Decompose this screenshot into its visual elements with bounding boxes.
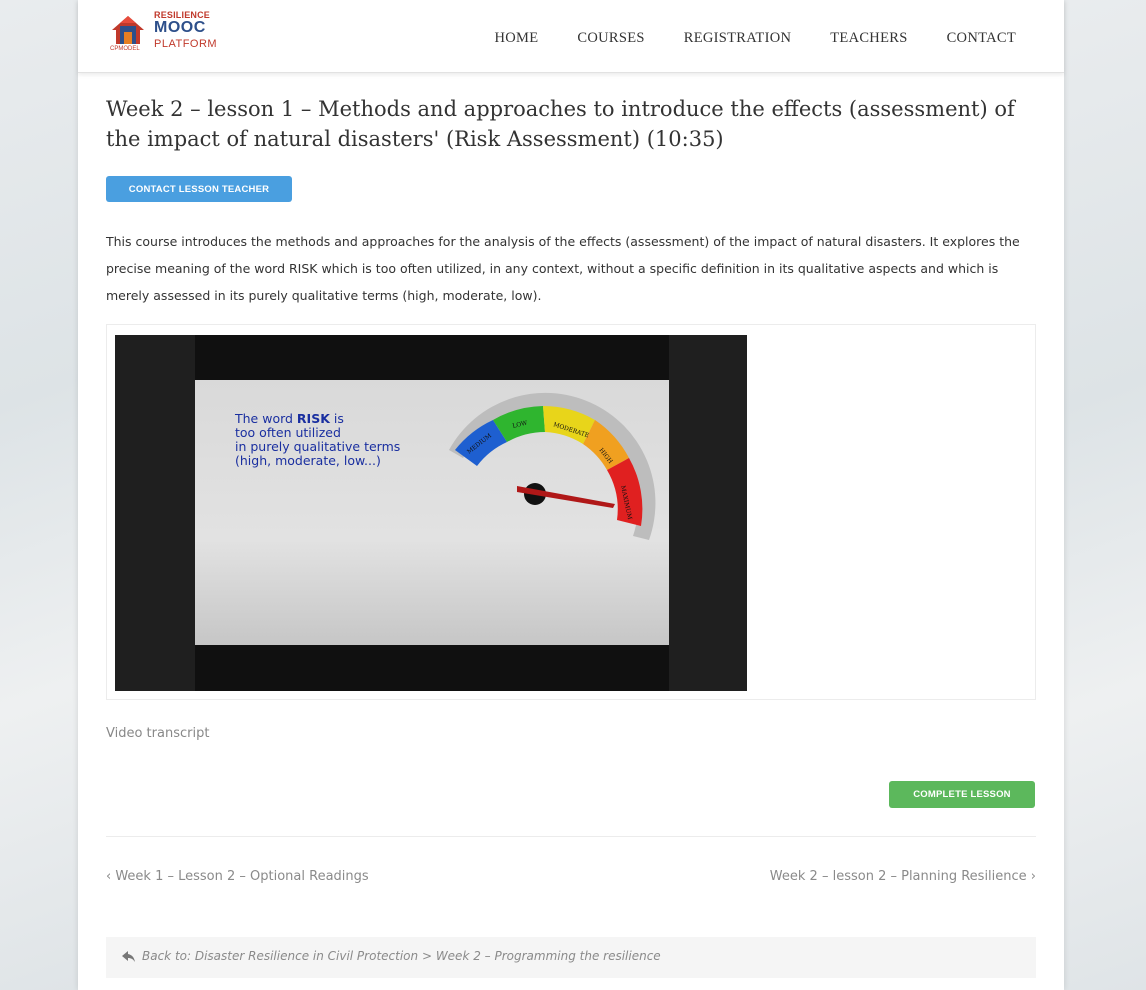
video-player[interactable]: The word RISK is too often utilized in p… <box>115 335 747 691</box>
slide-text: The word RISK is too often utilized in p… <box>235 412 435 468</box>
slide-line4: (high, moderate, low...) <box>235 453 381 468</box>
lesson-title: Week 2 – lesson 1 – Methods and approach… <box>106 97 1015 151</box>
contact-teacher-button[interactable]: CONTACT LESSON TEACHER <box>106 176 292 202</box>
video-transcript-link[interactable]: Video transcript <box>106 726 209 741</box>
main-nav: HOME COURSES REGISTRATION TEACHERS CONTA… <box>494 30 1016 47</box>
back-section-link[interactable]: Week 2 – Programming the resilience <box>436 949 661 963</box>
prev-lesson-link[interactable]: ‹ Week 1 – Lesson 2 – Optional Readings <box>106 869 369 884</box>
slide-line3: in purely qualitative terms <box>235 439 401 454</box>
logo-cp-text: CPMODEL <box>110 46 140 52</box>
nav-contact[interactable]: CONTACT <box>947 30 1016 47</box>
page-container: CPMODEL RESILIENCE MOOC PLATFORM HOME CO… <box>78 0 1064 990</box>
background-left <box>0 0 78 990</box>
slide-line1-post: is <box>329 411 344 426</box>
video-letterbox-bottom <box>195 645 669 691</box>
video-container: The word RISK is too often utilized in p… <box>106 324 1036 700</box>
back-course-link[interactable]: Disaster Resilience in Civil Protection <box>195 949 418 963</box>
back-prefix: Back to: <box>142 949 195 963</box>
slide-line1-bold: RISK <box>296 411 330 426</box>
divider <box>106 836 1036 837</box>
logo-sub-text: PLATFORM <box>154 38 218 50</box>
slide-line1-pre: The word <box>235 411 297 426</box>
slide-line2: too often utilized <box>235 425 341 440</box>
nav-courses[interactable]: COURSES <box>577 30 644 47</box>
nav-home[interactable]: HOME <box>494 30 538 47</box>
site-logo[interactable]: CPMODEL RESILIENCE MOOC PLATFORM <box>108 8 268 56</box>
background-right <box>1064 0 1146 990</box>
site-header: CPMODEL RESILIENCE MOOC PLATFORM HOME CO… <box>78 0 1064 73</box>
video-letterbox-top <box>195 335 669 380</box>
nav-teachers[interactable]: TEACHERS <box>830 30 907 47</box>
risk-gauge: MEDIUM LOW MODERATE HIGH MAXIMUM <box>449 392 656 540</box>
back-breadcrumb: Back to: Disaster Resilience in Civil Pr… <box>142 949 661 963</box>
reply-arrow-icon <box>122 951 135 962</box>
lesson-description: This course introduces the methods and a… <box>106 234 1020 303</box>
logo-main-text: MOOC <box>154 19 206 36</box>
back-to-course-box: Back to: Disaster Resilience in Civil Pr… <box>106 937 1036 978</box>
video-slide: The word RISK is too often utilized in p… <box>195 380 669 646</box>
next-lesson-link[interactable]: Week 2 – lesson 2 – Planning Resilience … <box>770 869 1036 884</box>
nav-registration[interactable]: REGISTRATION <box>684 30 792 47</box>
back-separator: > <box>418 949 436 963</box>
complete-lesson-button[interactable]: COMPLETE LESSON <box>889 781 1035 808</box>
